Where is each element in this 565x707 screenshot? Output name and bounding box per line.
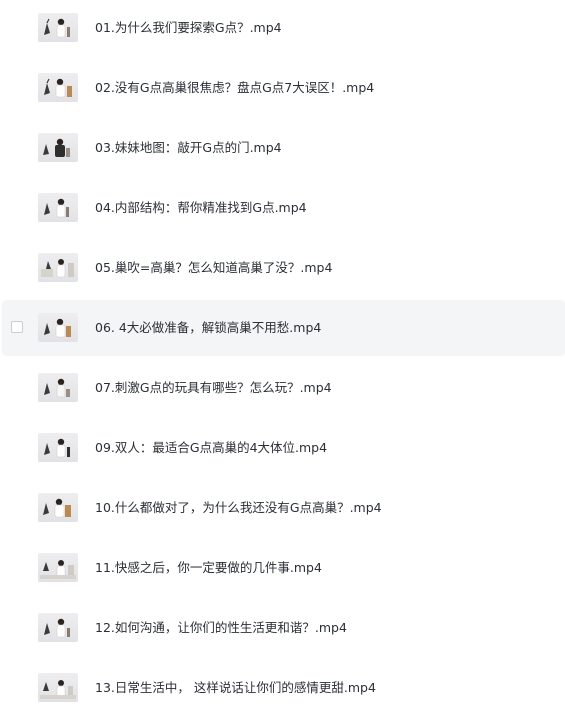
file-name[interactable]: 01.为什么我们要探索G点？.mp4: [95, 18, 282, 38]
file-row[interactable]: 07.刺激G点的玩具有哪些？怎么玩？.mp4: [0, 360, 565, 416]
file-row[interactable]: 09.双人：最适合G点高巢的4大体位.mp4: [0, 420, 565, 476]
row-checkbox[interactable]: [11, 321, 23, 333]
file-row[interactable]: 02.没有G点高巢很焦虑？盘点G点7大误区！.mp4: [0, 60, 565, 116]
file-name[interactable]: 03.妹妹地图：敲开G点的门.mp4: [95, 138, 282, 158]
video-thumbnail[interactable]: [38, 133, 78, 162]
video-thumbnail[interactable]: [38, 373, 78, 402]
file-row[interactable]: 03.妹妹地图：敲开G点的门.mp4: [0, 120, 565, 176]
file-row[interactable]: 11.快感之后，你一定要做的几件事.mp4: [0, 540, 565, 596]
video-thumbnail[interactable]: [38, 13, 78, 42]
video-thumbnail[interactable]: [38, 493, 78, 522]
file-name[interactable]: 05.巢吹=高巢？怎么知道高巢了没？.mp4: [95, 258, 332, 278]
video-thumbnail[interactable]: [38, 313, 78, 342]
video-thumbnail[interactable]: [38, 73, 78, 102]
file-name[interactable]: 09.双人：最适合G点高巢的4大体位.mp4: [95, 438, 327, 458]
file-name[interactable]: 10.什么都做对了，为什么我还没有G点高巢？.mp4: [95, 498, 382, 518]
video-thumbnail[interactable]: [38, 613, 78, 642]
file-name[interactable]: 02.没有G点高巢很焦虑？盘点G点7大误区！.mp4: [95, 78, 374, 98]
file-row[interactable]: 12.如何沟通，让你们的性生活更和谐？.mp4: [0, 600, 565, 656]
file-name[interactable]: 06. 4大必做准备，解锁高巢不用愁.mp4: [95, 318, 321, 338]
file-name[interactable]: 13.日常生活中， 这样说话让你们的感情更甜.mp4: [95, 678, 376, 698]
file-name[interactable]: 12.如何沟通，让你们的性生活更和谐？.mp4: [95, 618, 347, 638]
file-row[interactable]: 10.什么都做对了，为什么我还没有G点高巢？.mp4: [0, 480, 565, 536]
file-row[interactable]: 01.为什么我们要探索G点？.mp4: [0, 0, 565, 56]
video-thumbnail[interactable]: [38, 253, 78, 282]
file-row[interactable]: 13.日常生活中， 这样说话让你们的感情更甜.mp4: [0, 660, 565, 707]
video-thumbnail[interactable]: [38, 673, 78, 702]
file-row[interactable]: 05.巢吹=高巢？怎么知道高巢了没？.mp4: [0, 240, 565, 296]
file-list: 01.为什么我们要探索G点？.mp4 02.没有G点高巢很焦虑？盘点G点7大误区…: [0, 0, 565, 707]
file-row[interactable]: 06. 4大必做准备，解锁高巢不用愁.mp4: [2, 300, 565, 356]
video-thumbnail[interactable]: [38, 433, 78, 462]
file-name[interactable]: 11.快感之后，你一定要做的几件事.mp4: [95, 558, 322, 578]
file-row[interactable]: 04.内部结构：帮你精准找到G点.mp4: [0, 180, 565, 236]
file-name[interactable]: 04.内部结构：帮你精准找到G点.mp4: [95, 198, 307, 218]
video-thumbnail[interactable]: [38, 553, 78, 582]
video-thumbnail[interactable]: [38, 193, 78, 222]
file-name[interactable]: 07.刺激G点的玩具有哪些？怎么玩？.mp4: [95, 378, 332, 398]
